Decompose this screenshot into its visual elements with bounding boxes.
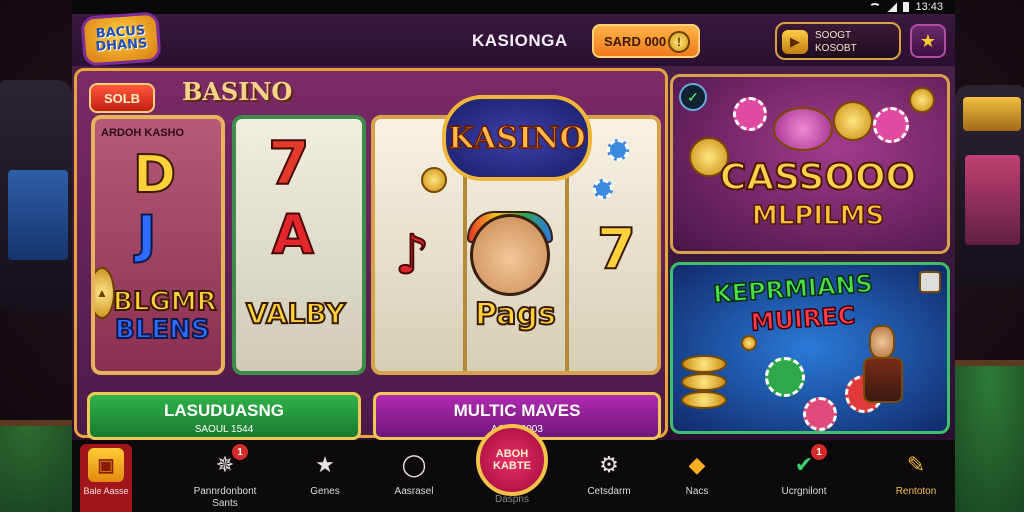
gem-icon: [773, 107, 833, 151]
status-bar: 13:43: [72, 0, 955, 14]
nav-label: Rentoton: [895, 486, 937, 497]
nav-label: Genes: [310, 486, 340, 497]
green-button-title: LASUDUASNG: [164, 401, 284, 420]
reel-label: ARDOH KASHO: [101, 127, 185, 139]
center-play-label: Daspns: [495, 494, 529, 505]
coin-icon: [741, 335, 757, 351]
mascot-character: [470, 214, 550, 296]
slot-badge[interactable]: SOLB: [89, 83, 155, 113]
coin-stack-icon: [681, 355, 727, 373]
green-button-sub: SAOUL 1544: [194, 424, 254, 435]
notification-badge: 1: [811, 444, 827, 460]
symbol-text: BLGMR: [112, 286, 218, 318]
symbol-text: VALBY: [245, 296, 346, 331]
symbol-a: A: [271, 202, 315, 267]
character-body: [863, 357, 903, 403]
phone-app-screen: 13:43 BACUS DHANS KASIONGA SARD 000 ! ▶ …: [72, 0, 955, 512]
nav-item-4[interactable]: ◆ Nacs: [672, 440, 722, 512]
ticket-icon: ▶: [782, 30, 808, 54]
chip-icon: [803, 397, 837, 431]
profile-line1: SOOGT: [815, 30, 852, 41]
status-time: 13:43: [915, 1, 943, 13]
chip-icon: [607, 139, 629, 161]
symbol-text: BLENS: [114, 314, 211, 346]
star-button[interactable]: ★: [910, 24, 946, 58]
promo-card-casino[interactable]: ✓ CASSOOO MLPILMS: [670, 74, 950, 254]
nav-item-0[interactable]: ✵ 1 Pannrdonbont Sants: [182, 440, 268, 512]
nav-label: Aasrasel: [394, 486, 434, 497]
battery-icon: [903, 2, 910, 12]
promo1-sub: MLPILMS: [751, 200, 885, 232]
symbol-j: J: [136, 204, 157, 266]
nav-item-5[interactable]: ✔ 1 Ucrgnilont: [768, 440, 840, 512]
coin-icon: [421, 167, 447, 193]
bottom-nav: ▣ Bale Aasse ✵ 1 Pannrdonbont Sants ★ Gen…: [72, 424, 955, 512]
reel-left-arrow-icon[interactable]: ▲: [95, 267, 115, 319]
coin-icon: [833, 101, 873, 141]
main-content: SOLB BASINO ARDOH KASHO D J BLGMR BLENS …: [72, 66, 955, 440]
symbol-seven: 7: [596, 216, 637, 283]
symbol-d: D: [132, 144, 177, 206]
chat-bubble-icon: ◯: [401, 452, 427, 477]
purple-button-title: MULTIC MAVES: [453, 401, 581, 420]
signal-icon: [887, 2, 898, 12]
nav-item-3[interactable]: ⚙ Cetsdarm: [572, 440, 646, 512]
character-icon: [869, 325, 895, 359]
home-icon: ▣: [88, 448, 124, 482]
reel-1: ARDOH KASHO D J BLGMR BLENS ▲: [91, 115, 225, 375]
promo1-title: CASSOOO: [719, 156, 917, 199]
diamond-icon: ◆: [688, 452, 706, 477]
nav-label: Ucrgnilont: [781, 486, 827, 497]
card-icon: [919, 271, 941, 293]
page-title: KASIONGA: [472, 31, 568, 50]
gear-icon: ⚙: [599, 452, 619, 477]
promo-card-adventure[interactable]: KEPRMIANS MUIREC: [670, 262, 950, 434]
nav-item-1[interactable]: ★ Genes: [298, 440, 352, 512]
nav-home[interactable]: ▣ Bale Aasse: [80, 444, 132, 512]
chip-icon: [733, 97, 767, 131]
thumbs-up-icon: ✎: [906, 452, 926, 477]
profile-line2: KOSOBT: [815, 43, 857, 54]
chip-icon: [593, 179, 613, 199]
coin-icon: !: [668, 31, 690, 53]
slot-name: BASINO: [182, 77, 293, 106]
coin-icon: [909, 87, 935, 113]
profile-button[interactable]: ▶ SOOGT KOSOBT: [775, 22, 901, 60]
chip-icon: [873, 107, 909, 143]
nav-item-6[interactable]: ✎ Rentoton: [884, 440, 948, 512]
background-slot-machine: [955, 85, 1024, 285]
symbol-music-note-icon: ♪: [394, 222, 430, 287]
star-icon: ★: [315, 452, 335, 477]
center-play-button[interactable]: ABOH KABTE: [476, 424, 548, 496]
symbol-text: Pags: [474, 296, 557, 333]
symbol-seven: 7: [267, 128, 311, 200]
app-header: BACUS DHANS KASIONGA SARD 000 ! ▶ SOOGT …: [72, 11, 955, 67]
nav-home-label: Bale Aasse: [83, 486, 129, 496]
notification-badge: 1: [232, 444, 248, 460]
app-logo[interactable]: BACUS DHANS: [80, 11, 162, 67]
rocket-icon: ✵ 1: [210, 444, 248, 480]
green-game-button[interactable]: LASUDUASNG SAOUL 1544: [87, 392, 361, 440]
chip-icon: [765, 357, 805, 397]
nav-label: Nacs: [685, 486, 709, 497]
reel-2: 7 A VALBY: [232, 115, 366, 375]
star-icon: ★: [919, 30, 937, 51]
slot-machine-panel[interactable]: SOLB BASINO ARDOH KASHO D J BLGMR BLENS …: [74, 68, 668, 440]
coin-stack-icon: [681, 373, 727, 391]
wifi-icon: [869, 2, 882, 12]
coin-balance-label: SARD 000: [604, 33, 667, 49]
background-slot-machine: [0, 80, 72, 310]
coin-stack-icon: [681, 391, 727, 409]
nav-label: Cetsdarm: [587, 486, 631, 497]
nav-label: Pannrdonbont Sants: [193, 486, 257, 509]
rocket-icon: ✓: [679, 83, 707, 111]
nav-item-2[interactable]: ◯ Aasrasel: [384, 440, 444, 512]
trophy-icon: ✔ 1: [789, 444, 827, 480]
kasino-logo: KASINO: [442, 95, 592, 181]
coin-balance-button[interactable]: SARD 000 !: [592, 24, 700, 58]
